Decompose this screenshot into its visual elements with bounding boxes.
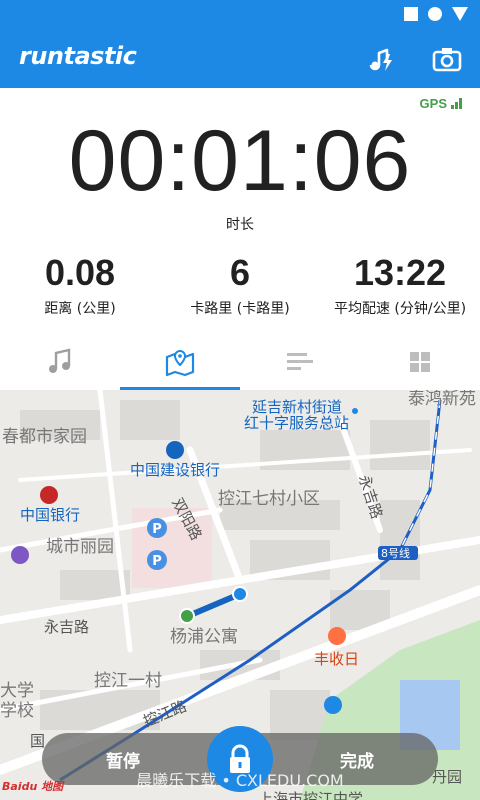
map-label-redcross: 红十字服务总站 (244, 414, 350, 432)
restaurant-icon (328, 627, 346, 645)
map-label-chengshi: 城市丽园 (46, 537, 114, 557)
distance-value: 0.08 (44, 252, 116, 293)
duration-label: 时长 (226, 217, 254, 233)
music-note-icon (49, 348, 71, 373)
gps-label: GPS (419, 96, 447, 111)
svg-text:P: P (152, 554, 162, 569)
camera-button[interactable] (430, 42, 464, 76)
gps-indicator: GPS (420, 96, 462, 111)
camera-icon (432, 48, 462, 72)
map-label-kongjiang7: 控江七村小区 (218, 489, 320, 509)
shop-icon (11, 546, 29, 564)
bus-stop-icon (324, 696, 342, 714)
calories-value: 6 (229, 252, 251, 293)
svg-text:P: P (152, 522, 162, 537)
map-label-chundu: 春都市家园 (2, 427, 87, 447)
signal-icon (451, 98, 462, 109)
poi-dot (352, 408, 358, 414)
tab-map[interactable] (120, 334, 240, 390)
back-icon (452, 7, 468, 21)
start-marker (179, 608, 195, 624)
calories-label: 卡路里 (卡路里) (190, 301, 290, 317)
pace-value: 13:22 (353, 252, 447, 293)
boc-bank-icon (40, 486, 58, 504)
map-label-taihong: 泰鸿新苑 (408, 390, 476, 409)
map-label-xuexiao: 学校 (0, 701, 34, 721)
map-label-line8: 8号线 (381, 547, 410, 560)
calories-stat: 6 卡路里 (卡路里) (160, 252, 320, 318)
map-label-yangpu: 杨浦公寓 (170, 627, 238, 647)
app-bar: runtastic (0, 30, 480, 88)
status-bar (0, 0, 480, 30)
map-label-boc: 中国银行 (20, 506, 81, 524)
distance-stat: 0.08 距离 (公里) (0, 252, 160, 318)
watermark: 晨曦乐下载 • CXLEDU.COM (136, 771, 344, 790)
tab-bar (0, 334, 480, 390)
map-label-yongji-road: 永吉路 (44, 618, 90, 636)
map-label-fengshou: 丰收日 (314, 650, 360, 668)
map-label-ccb: 中国建设银行 (130, 461, 221, 479)
recents-icon (404, 7, 418, 21)
home-icon (428, 7, 442, 21)
powersong-button[interactable] (364, 42, 398, 76)
current-position-marker (232, 586, 248, 602)
tab-stats[interactable] (240, 334, 360, 390)
distance-label: 距离 (公里) (44, 301, 116, 317)
app-logo: runtastic (19, 42, 137, 70)
baidu-logo: Baidu 地图 (2, 780, 64, 793)
tab-music[interactable] (0, 334, 120, 390)
pace-stat: 13:22 平均配速 (分钟/公里) (320, 252, 480, 318)
grid-icon (410, 352, 430, 372)
bar-list-icon (287, 353, 313, 370)
music-bolt-icon (369, 48, 392, 71)
pace-label: 平均配速 (分钟/公里) (333, 301, 467, 317)
tab-dashboard[interactable] (360, 334, 480, 390)
map-label-kongjiang1: 控江一村 (94, 671, 162, 691)
map-label-guo: 国 (30, 732, 46, 750)
map-icon (165, 349, 195, 377)
duration-value: 00:01:06 (68, 113, 412, 209)
ccb-bank-icon (166, 441, 184, 459)
